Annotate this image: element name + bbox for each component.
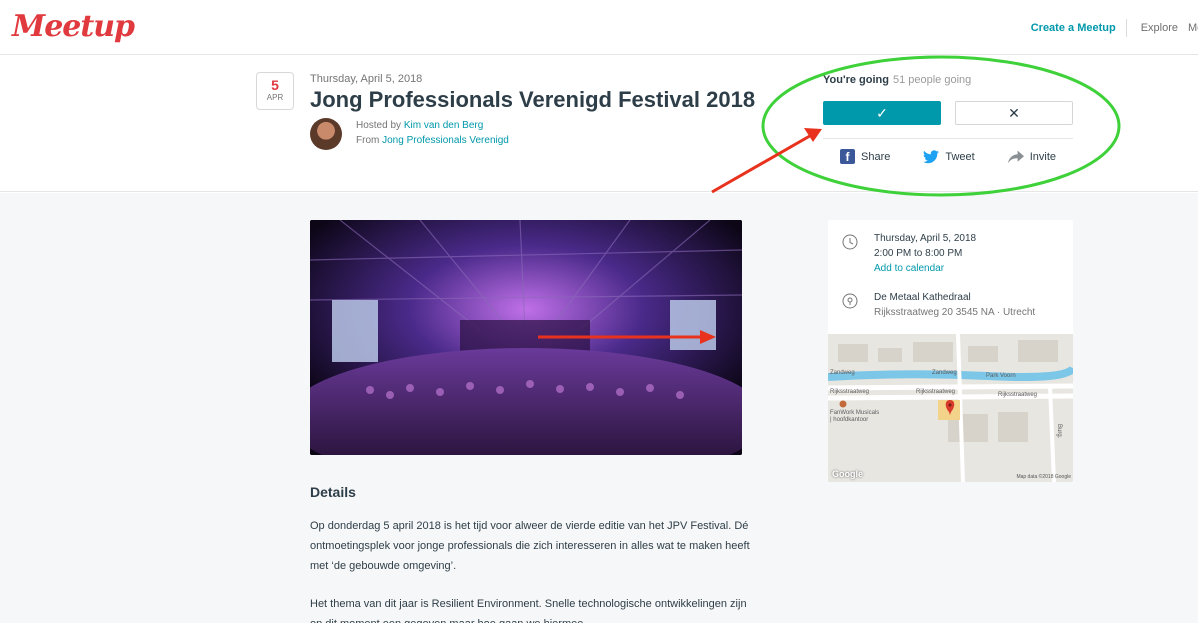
create-meetup-link[interactable]: Create a Meetup bbox=[1031, 22, 1126, 34]
card-time: 2:00 PM to 8:00 PM bbox=[874, 248, 963, 259]
hosted-by-prefix: Hosted by bbox=[356, 120, 404, 131]
venue-name[interactable]: De Metaal Kathedraal bbox=[874, 290, 1069, 305]
check-icon: ✓ bbox=[876, 105, 888, 121]
group-name-link[interactable]: Jong Professionals Verenigd bbox=[382, 135, 509, 146]
twitter-icon bbox=[923, 149, 940, 163]
details-paragraph-1: Op donderdag 5 april 2018 is het tijd vo… bbox=[310, 520, 750, 572]
top-navigation: Meetup Create a Meetup Explore Messages bbox=[0, 0, 1198, 55]
hosted-by: Hosted by Kim van den Berg bbox=[356, 120, 483, 131]
main-content: Details Op donderdag 5 april 2018 is het… bbox=[0, 193, 1198, 623]
venue-address: Rijksstraatweg 20 3545 NA · Utrecht bbox=[874, 307, 1036, 318]
close-icon: ✕ bbox=[1008, 105, 1020, 121]
explore-link[interactable]: Explore bbox=[1127, 22, 1188, 34]
from-prefix: From bbox=[356, 135, 383, 146]
rsvp-status: You're going 51 people going bbox=[823, 74, 971, 86]
host-name-link[interactable]: Kim van den Berg bbox=[404, 120, 484, 131]
date-badge-month: APR bbox=[266, 93, 284, 102]
google-logo: Google bbox=[832, 469, 863, 479]
rsvp-status-label: You're going bbox=[823, 74, 889, 86]
attendee-count[interactable]: 51 people going bbox=[893, 74, 971, 86]
event-photo[interactable] bbox=[310, 220, 742, 455]
map-attribution: Map data ©2018 Google bbox=[1016, 474, 1071, 480]
clock-icon bbox=[842, 234, 858, 250]
event-map[interactable]: Zandweg Zandweg Park Voorn Rijksstraatwe… bbox=[828, 333, 1073, 482]
add-to-calendar-link[interactable]: Add to calendar bbox=[874, 261, 1069, 276]
details-body: Op donderdag 5 april 2018 is het tijd vo… bbox=[310, 516, 750, 623]
share-label: Share bbox=[861, 150, 891, 163]
details-paragraph-2: Het thema van dit jaar is Resilient Envi… bbox=[310, 598, 747, 623]
map-label-park-voorn: Park Voorn bbox=[986, 373, 1016, 379]
map-label-vertical-road: Burg. bbox=[1056, 424, 1062, 439]
invite-label: Invite bbox=[1029, 150, 1057, 163]
meetup-logo[interactable]: Meetup bbox=[12, 9, 135, 44]
share-facebook-button[interactable]: f Share bbox=[840, 149, 890, 164]
rsvp-yes-button[interactable]: ✓ bbox=[823, 101, 941, 125]
rsvp-divider bbox=[823, 138, 1073, 139]
details-heading: Details bbox=[310, 484, 356, 500]
event-header: 5 APR Thursday, April 5, 2018 Jong Profe… bbox=[0, 56, 1198, 192]
messages-link[interactable]: Messages bbox=[1188, 22, 1198, 34]
card-date: Thursday, April 5, 2018 bbox=[874, 233, 977, 244]
map-label-zandweg-2: Zandweg bbox=[932, 370, 957, 376]
invite-button[interactable]: Invite bbox=[1007, 149, 1057, 164]
rsvp-no-button[interactable]: ✕ bbox=[955, 101, 1073, 125]
share-arrow-icon bbox=[1007, 150, 1024, 163]
tweet-label: Tweet bbox=[945, 150, 975, 163]
tweet-button[interactable]: Tweet bbox=[923, 149, 975, 164]
host-avatar[interactable] bbox=[310, 118, 342, 150]
share-row: f Share Tweet Invite bbox=[840, 149, 1056, 164]
map-label-rijksstraatweg-3: Rijksstraatweg bbox=[998, 392, 1038, 398]
date-badge-day: 5 bbox=[271, 77, 279, 93]
event-info-card: Thursday, April 5, 2018 2:00 PM to 8:00 … bbox=[828, 220, 1073, 482]
date-badge: 5 APR bbox=[256, 72, 294, 110]
event-title: Jong Professionals Verenigd Festival 201… bbox=[310, 87, 756, 112]
map-label-fanwork: FanWork Musicals bbox=[830, 410, 880, 416]
from-group: From Jong Professionals Verenigd bbox=[356, 135, 509, 146]
map-graphic bbox=[828, 333, 1073, 482]
event-date: Thursday, April 5, 2018 bbox=[310, 73, 423, 85]
map-label-rijksstraatweg-2: Rijksstraatweg bbox=[916, 389, 956, 395]
location-pin-icon bbox=[842, 293, 858, 309]
map-label-zandweg-1: Zandweg bbox=[830, 370, 855, 376]
nav-links: Create a Meetup Explore Messages bbox=[1031, 19, 1198, 37]
map-label-rijksstraatweg-1: Rijksstraatweg bbox=[830, 389, 870, 395]
map-label-fanwork-office: | hoofdkantoor bbox=[830, 417, 869, 423]
facebook-icon: f bbox=[840, 149, 855, 164]
